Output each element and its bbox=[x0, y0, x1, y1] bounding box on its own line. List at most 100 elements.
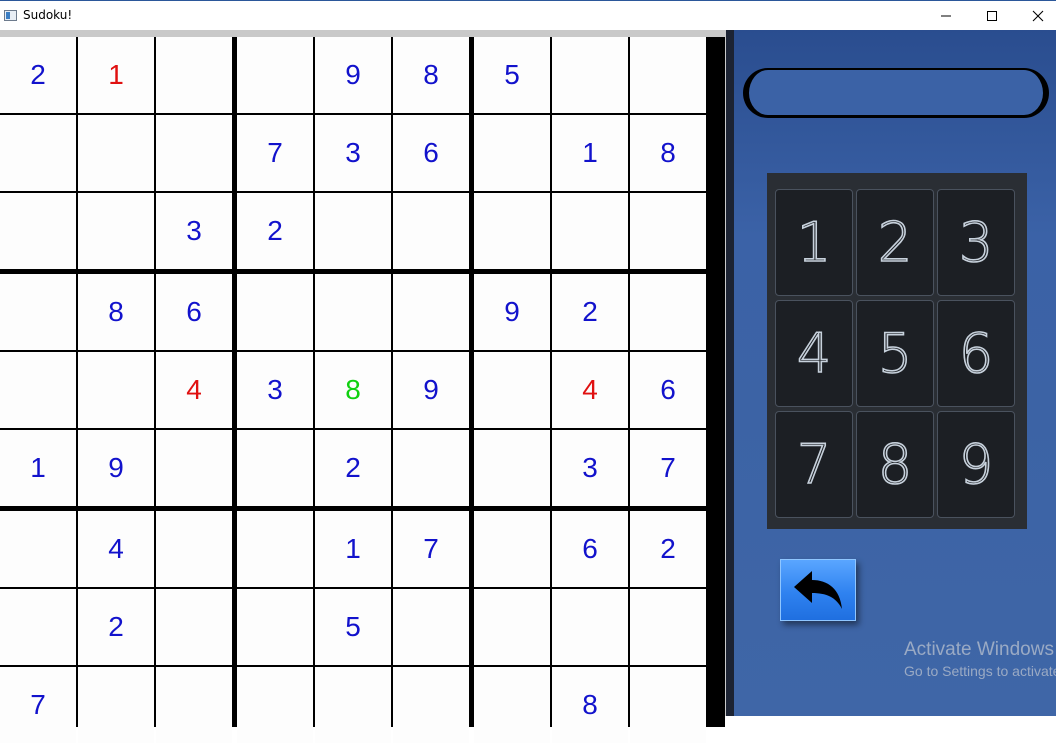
sudoku-cell-r5c2[interactable] bbox=[78, 352, 154, 428]
sudoku-cell-r1c5[interactable]: 9 bbox=[315, 37, 391, 113]
sudoku-cell-r5c7[interactable] bbox=[474, 352, 550, 428]
key-1[interactable]: 1 bbox=[775, 189, 853, 296]
sudoku-cell-r8c2[interactable]: 2 bbox=[78, 589, 154, 665]
sudoku-cell-r2c8[interactable]: 1 bbox=[552, 115, 628, 191]
sudoku-cell-r4c4[interactable] bbox=[237, 274, 313, 350]
number-keypad: 1 2 3 4 5 6 7 8 9 bbox=[767, 173, 1027, 529]
sudoku-cell-r6c9[interactable]: 7 bbox=[630, 430, 706, 506]
sudoku-cell-r3c5[interactable] bbox=[315, 193, 391, 269]
sudoku-cell-r6c5[interactable]: 2 bbox=[315, 430, 391, 506]
sudoku-cell-r8c7[interactable] bbox=[474, 589, 550, 665]
sudoku-cell-r8c5[interactable]: 5 bbox=[315, 589, 391, 665]
sudoku-cell-r4c2[interactable]: 8 bbox=[78, 274, 154, 350]
sudoku-cell-r5c9[interactable]: 6 bbox=[630, 352, 706, 428]
sudoku-cell-r6c3[interactable] bbox=[156, 430, 232, 506]
key-3[interactable]: 3 bbox=[937, 189, 1015, 296]
sudoku-cell-r7c9[interactable]: 2 bbox=[630, 511, 706, 587]
sudoku-cell-r3c3[interactable]: 3 bbox=[156, 193, 232, 269]
sudoku-cell-r9c9[interactable] bbox=[630, 667, 706, 743]
sudoku-cell-r7c4[interactable] bbox=[237, 511, 313, 587]
sudoku-cell-r4c3[interactable]: 6 bbox=[156, 274, 232, 350]
sudoku-cell-r1c1[interactable]: 2 bbox=[0, 37, 76, 113]
sudoku-cell-r7c6[interactable]: 7 bbox=[393, 511, 469, 587]
sudoku-cell-r4c5[interactable] bbox=[315, 274, 391, 350]
sudoku-cell-r2c3[interactable] bbox=[156, 115, 232, 191]
sudoku-cell-r3c2[interactable] bbox=[78, 193, 154, 269]
sudoku-cell-r2c7[interactable] bbox=[474, 115, 550, 191]
sudoku-cell-r2c1[interactable] bbox=[0, 115, 76, 191]
sudoku-cell-r1c7[interactable]: 5 bbox=[474, 37, 550, 113]
sudoku-cell-r7c5[interactable]: 1 bbox=[315, 511, 391, 587]
undo-arrow-icon bbox=[794, 571, 842, 609]
minimize-button[interactable] bbox=[923, 1, 969, 30]
sudoku-cell-r6c2[interactable]: 9 bbox=[78, 430, 154, 506]
sudoku-cell-r4c7[interactable]: 9 bbox=[474, 274, 550, 350]
sudoku-cell-r5c4[interactable]: 3 bbox=[237, 352, 313, 428]
undo-button[interactable] bbox=[780, 559, 856, 621]
sudoku-cell-r9c4[interactable] bbox=[237, 667, 313, 743]
sudoku-cell-r4c1[interactable] bbox=[0, 274, 76, 350]
sudoku-cell-r8c8[interactable] bbox=[552, 589, 628, 665]
sudoku-cell-r3c4[interactable]: 2 bbox=[237, 193, 313, 269]
sudoku-cell-r3c8[interactable] bbox=[552, 193, 628, 269]
sudoku-cell-r2c5[interactable]: 3 bbox=[315, 115, 391, 191]
status-field[interactable] bbox=[743, 68, 1049, 118]
sudoku-cell-r8c3[interactable] bbox=[156, 589, 232, 665]
watermark-title: Activate Windows bbox=[904, 639, 1054, 660]
sudoku-cell-r8c1[interactable] bbox=[0, 589, 76, 665]
sudoku-cell-r5c3[interactable]: 4 bbox=[156, 352, 232, 428]
sudoku-cell-r6c1[interactable]: 1 bbox=[0, 430, 76, 506]
sudoku-cell-r5c1[interactable] bbox=[0, 352, 76, 428]
key-7[interactable]: 7 bbox=[775, 411, 853, 518]
sudoku-cell-r2c6[interactable]: 6 bbox=[393, 115, 469, 191]
sudoku-cell-r3c1[interactable] bbox=[0, 193, 76, 269]
sudoku-cell-r7c3[interactable] bbox=[156, 511, 232, 587]
watermark-subtitle: Go to Settings to activate Windows. bbox=[904, 663, 1056, 679]
sudoku-cell-r8c4[interactable] bbox=[237, 589, 313, 665]
sudoku-cell-r2c9[interactable]: 8 bbox=[630, 115, 706, 191]
sudoku-cell-r9c6[interactable] bbox=[393, 667, 469, 743]
key-9[interactable]: 9 bbox=[937, 411, 1015, 518]
sudoku-cell-r1c6[interactable]: 8 bbox=[393, 37, 469, 113]
sudoku-cell-r1c8[interactable] bbox=[552, 37, 628, 113]
sudoku-cell-r8c6[interactable] bbox=[393, 589, 469, 665]
sudoku-cell-r3c6[interactable] bbox=[393, 193, 469, 269]
sudoku-cell-r9c7[interactable] bbox=[474, 667, 550, 743]
sudoku-cell-r9c3[interactable] bbox=[156, 667, 232, 743]
sudoku-cell-r4c6[interactable] bbox=[393, 274, 469, 350]
sudoku-cell-r2c4[interactable]: 7 bbox=[237, 115, 313, 191]
sudoku-cell-r9c2[interactable] bbox=[78, 667, 154, 743]
sudoku-cell-r5c6[interactable]: 9 bbox=[393, 352, 469, 428]
key-2[interactable]: 2 bbox=[856, 189, 934, 296]
sudoku-cell-r7c1[interactable] bbox=[0, 511, 76, 587]
key-4[interactable]: 4 bbox=[775, 300, 853, 407]
sudoku-cell-r7c2[interactable]: 4 bbox=[78, 511, 154, 587]
sudoku-cell-r6c8[interactable]: 3 bbox=[552, 430, 628, 506]
sudoku-cell-r3c7[interactable] bbox=[474, 193, 550, 269]
key-6[interactable]: 6 bbox=[937, 300, 1015, 407]
sudoku-cell-r9c1[interactable]: 7 bbox=[0, 667, 76, 743]
sudoku-cell-r3c9[interactable] bbox=[630, 193, 706, 269]
sudoku-cell-r7c7[interactable] bbox=[474, 511, 550, 587]
sudoku-cell-r8c9[interactable] bbox=[630, 589, 706, 665]
key-8[interactable]: 8 bbox=[856, 411, 934, 518]
close-button[interactable] bbox=[1015, 1, 1056, 30]
sudoku-cell-r1c4[interactable] bbox=[237, 37, 313, 113]
sudoku-cell-r6c6[interactable] bbox=[393, 430, 469, 506]
sudoku-cell-r2c2[interactable] bbox=[78, 115, 154, 191]
sudoku-cell-r5c8[interactable]: 4 bbox=[552, 352, 628, 428]
sudoku-cell-r4c9[interactable] bbox=[630, 274, 706, 350]
sudoku-cell-r5c5[interactable]: 8 bbox=[315, 352, 391, 428]
sudoku-cell-r9c5[interactable] bbox=[315, 667, 391, 743]
key-label: 6 bbox=[958, 321, 994, 386]
sudoku-cell-r6c7[interactable] bbox=[474, 430, 550, 506]
key-5[interactable]: 5 bbox=[856, 300, 934, 407]
sudoku-cell-r1c9[interactable] bbox=[630, 37, 706, 113]
maximize-button[interactable] bbox=[969, 1, 1015, 30]
sudoku-cell-r1c3[interactable] bbox=[156, 37, 232, 113]
sudoku-cell-r9c8[interactable]: 8 bbox=[552, 667, 628, 743]
sudoku-cell-r1c2[interactable]: 1 bbox=[78, 37, 154, 113]
sudoku-cell-r6c4[interactable] bbox=[237, 430, 313, 506]
sudoku-cell-r4c8[interactable]: 2 bbox=[552, 274, 628, 350]
sudoku-cell-r7c8[interactable]: 6 bbox=[552, 511, 628, 587]
